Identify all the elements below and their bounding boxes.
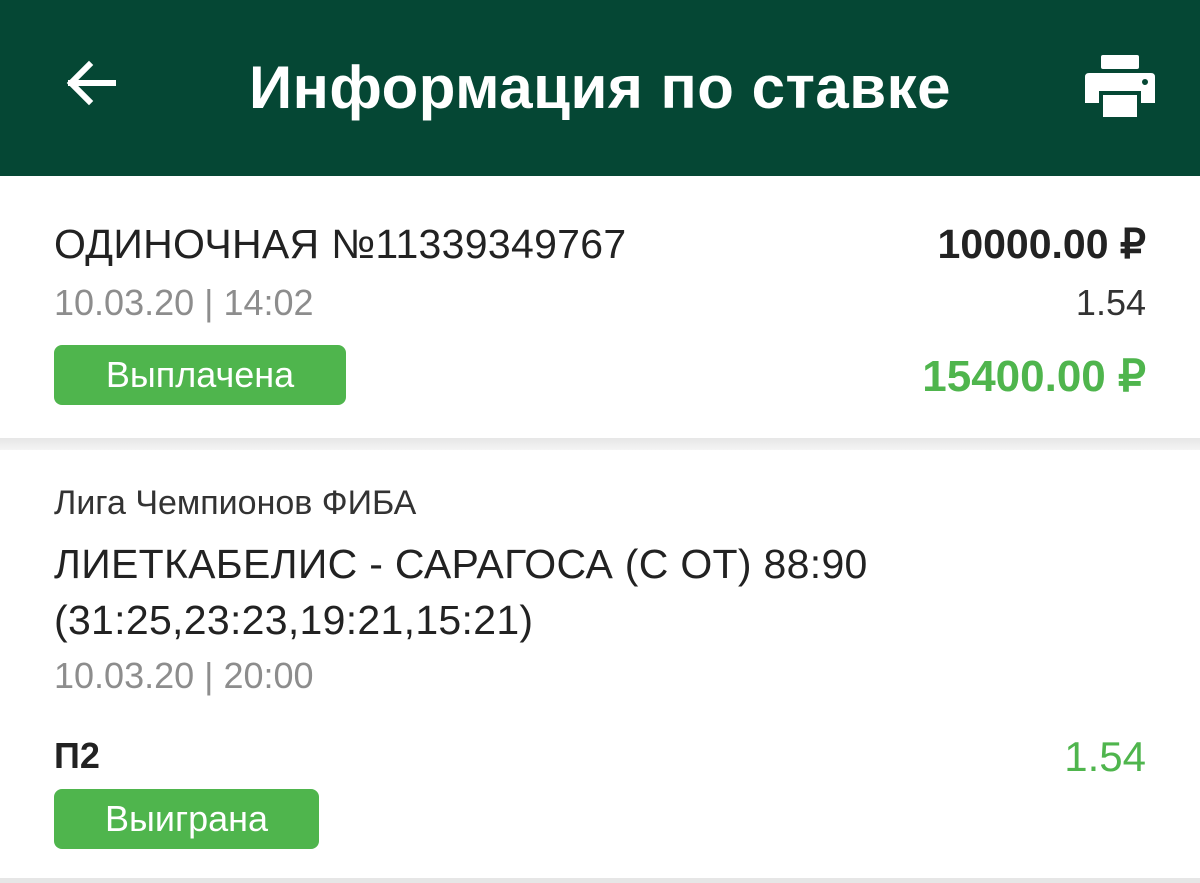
bet-payout: 15400.00 ₽ — [922, 352, 1146, 401]
bet-type-number: ОДИНОЧНАЯ №11339349767 — [54, 221, 627, 267]
print-button[interactable] — [1080, 48, 1160, 128]
event-match: ЛИЕТКАБЕЛИС - САРАГОСА (С ОТ) 88:90 (31:… — [54, 541, 868, 643]
section-divider — [0, 438, 1200, 450]
event-datetime: 10.03.20 | 20:00 — [54, 655, 314, 696]
bet-status-badge: Выплачена — [54, 345, 346, 405]
page-title: Информация по ставке — [249, 54, 951, 121]
arrow-left-icon — [61, 53, 121, 118]
bet-coefficient: 1.54 — [1075, 282, 1146, 323]
event-coefficient: 1.54 — [1064, 733, 1146, 780]
printer-icon — [1085, 54, 1155, 122]
bottom-divider — [0, 878, 1200, 883]
bet-stake: 10000.00 ₽ — [937, 221, 1146, 267]
app-bar: Информация по ставке — [0, 0, 1200, 176]
event-outcome: П2 — [54, 735, 100, 776]
bet-datetime: 10.03.20 | 14:02 — [54, 282, 314, 323]
event-league: Лига Чемпионов ФИБА — [54, 484, 417, 522]
event-status-badge: Выиграна — [54, 789, 319, 849]
back-button[interactable] — [56, 50, 126, 120]
